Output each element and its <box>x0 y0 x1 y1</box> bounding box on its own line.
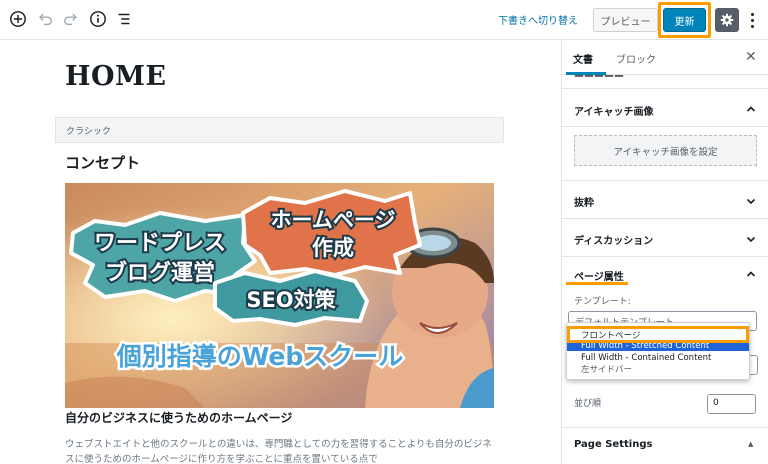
hero-bubble2-line1: ホームページ <box>271 208 396 232</box>
content-paragraph[interactable]: ウェブストエイトと他のスクールとの違いは、専門職としての力を習得することよりも自… <box>65 437 495 464</box>
order-input[interactable]: 0 <box>707 394 756 414</box>
hero-bubble2-line2: 作成 <box>312 236 354 260</box>
chevron-down-icon <box>746 196 756 206</box>
add-block-icon[interactable] <box>7 8 29 30</box>
content-sub-heading[interactable]: 自分のビジネスに使うためのホームページ <box>65 409 292 426</box>
page-attributes-highlight <box>566 282 628 285</box>
panel-divider <box>562 427 768 428</box>
tab-document[interactable]: 文書 <box>573 51 593 66</box>
gear-icon[interactable] <box>715 8 739 32</box>
panel-scrolled-off: ーーーーー <box>562 75 768 89</box>
more-vertical-icon[interactable] <box>744 9 760 31</box>
template-label: テンプレート: <box>574 297 631 307</box>
panel-featured-image[interactable]: アイキャッチ画像 <box>562 89 768 127</box>
caret-up-icon: ▲ <box>748 440 754 448</box>
order-label: 並び順 <box>574 399 602 409</box>
update-button[interactable]: 更新 <box>663 8 706 32</box>
switch-to-draft-link[interactable]: 下書きへ切り替え <box>498 12 578 27</box>
tab-block[interactable]: ブロック <box>616 51 656 66</box>
chevron-down-icon <box>746 234 756 244</box>
panel-featured-image-title: アイキャッチ画像 <box>574 107 654 118</box>
panel-page-settings-title[interactable]: Page Settings <box>574 439 652 450</box>
template-option-front-page[interactable]: フロントページ <box>567 326 749 343</box>
panel-page-attributes-title: ページ属性 <box>574 272 624 283</box>
template-dropdown: フロントページ Full Width - Stretched Content F… <box>566 322 750 380</box>
undo-icon[interactable] <box>34 8 56 30</box>
template-option-full-width-stretched[interactable]: Full Width - Stretched Content <box>567 343 749 351</box>
hero-banner: 個別指導のWebスクール <box>116 342 404 371</box>
chevron-up-icon <box>746 269 756 279</box>
content-heading[interactable]: コンセプト <box>65 152 140 173</box>
hero-bubble1-line2: ブログ運営 <box>105 260 215 286</box>
hero-image[interactable]: ワードプレス ブログ運営 ホームページ 作成 SEO対策 個別指導のWebスクー… <box>65 183 494 408</box>
preview-button[interactable]: プレビュー <box>593 8 658 32</box>
set-featured-image-button[interactable]: アイキャッチ画像を設定 <box>574 135 757 166</box>
update-button-highlight: 更新 <box>658 2 711 38</box>
classic-block-toolbar[interactable]: クラシック <box>55 117 504 143</box>
editor-canvas: HOME クラシック コンセプト ワードプレス ブログ運営 ホームページ 作成 … <box>0 41 561 464</box>
template-option-left-sidebar[interactable]: 左サイドバー <box>567 365 749 376</box>
sidebar-tabs: 文書 ブロック ✕ <box>562 41 768 75</box>
redo-icon[interactable] <box>60 8 82 30</box>
info-icon[interactable] <box>87 8 109 30</box>
close-icon[interactable]: ✕ <box>745 49 757 65</box>
panel-page-attributes[interactable]: ページ属性 <box>562 257 768 295</box>
post-title[interactable]: HOME <box>65 61 167 92</box>
template-option-full-width-contained[interactable]: Full Width - Contained Content <box>567 353 749 364</box>
panel-discussion-title: ディスカッション <box>574 236 654 247</box>
hero-bubble3: SEO対策 <box>246 288 336 312</box>
block-navigation-icon[interactable] <box>113 8 135 30</box>
panel-excerpt[interactable]: 抜粋 <box>562 181 768 219</box>
panel-excerpt-title: 抜粋 <box>574 198 594 209</box>
editor-toolbar: 下書きへ切り替え プレビュー 更新 <box>0 0 768 40</box>
panel-discussion[interactable]: ディスカッション <box>562 219 768 257</box>
hero-bubble1-line1: ワードプレス <box>94 231 226 256</box>
settings-sidebar: 文書 ブロック ✕ ーーーーー アイキャッチ画像 アイキャッチ画像を設定 抜粋 … <box>561 41 768 464</box>
chevron-up-icon <box>746 104 756 114</box>
